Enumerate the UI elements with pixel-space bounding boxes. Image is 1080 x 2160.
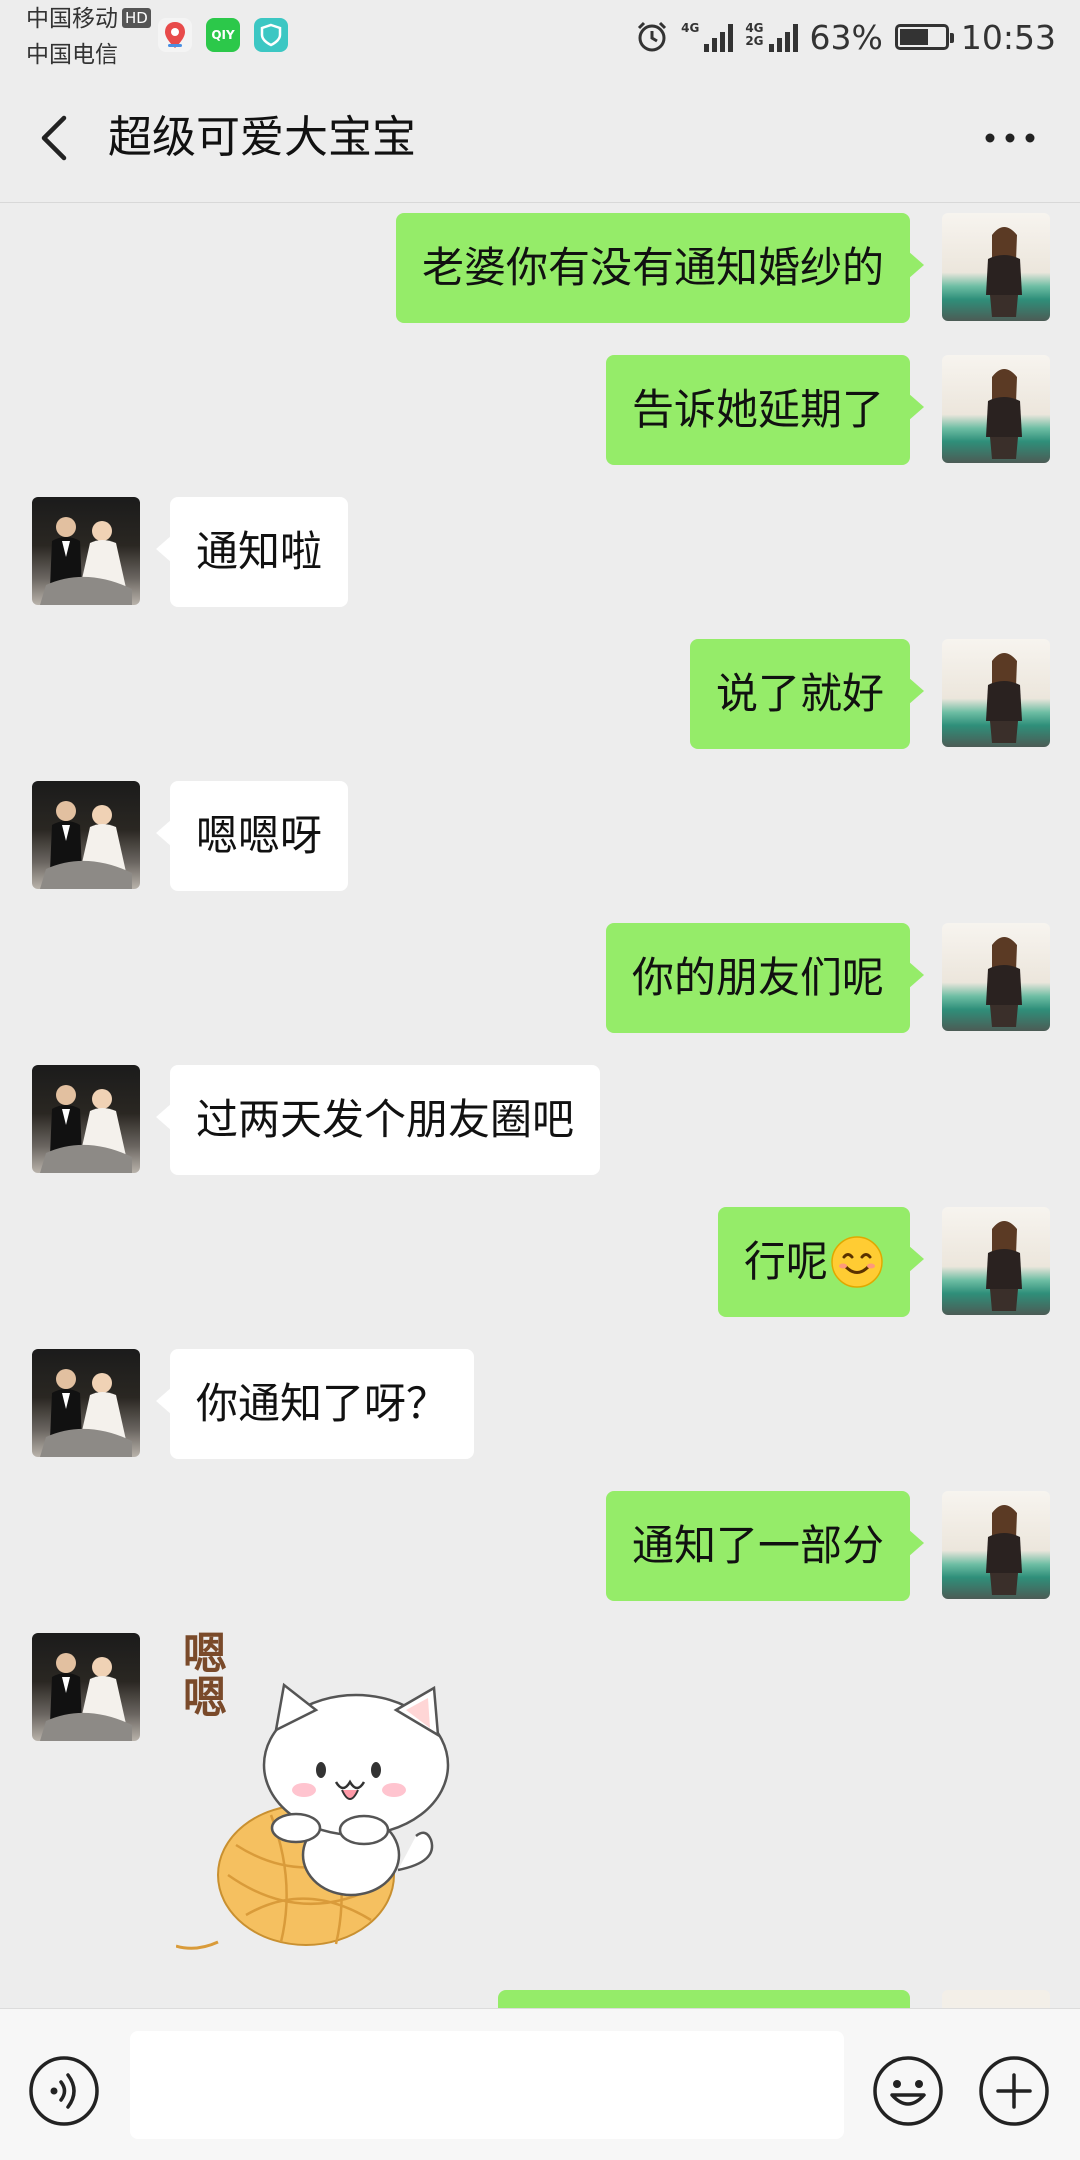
message-bubble-self[interactable]: 告诉她延期了 (605, 355, 925, 465)
back-button[interactable] (30, 110, 80, 166)
sticker-text: 嗯嗯 (175, 1630, 226, 1718)
battery-percent: 63% (809, 17, 883, 57)
shield-icon (254, 18, 288, 52)
clock: 10:53 (960, 17, 1056, 57)
avatar-self[interactable] (942, 639, 1050, 747)
voice-icon (29, 2056, 99, 2126)
chevron-left-icon (41, 115, 67, 161)
network-type-1: 4G (681, 21, 700, 35)
avatar-other[interactable] (32, 1065, 140, 1173)
avatar-self[interactable] (942, 213, 1050, 321)
message-bubble-self[interactable]: 说了就好 (689, 639, 925, 749)
message-bubble-other[interactable]: 通知啦 (155, 497, 349, 607)
message-bubble-self[interactable]: 你的朋友们呢 (605, 923, 925, 1033)
message-bubble-other[interactable]: 过两天发个朋友圈吧 (155, 1065, 601, 1175)
battery-fill (899, 29, 928, 45)
signal-icon-1: 4G (681, 21, 734, 52)
network-type-3: 2G (745, 34, 764, 48)
avatar-self[interactable] (942, 923, 1050, 1031)
more-dots-icon (985, 133, 1035, 143)
avatar-self[interactable] (942, 1207, 1050, 1315)
status-right: 4G 4G 2G 63% 10:53 (635, 14, 1056, 60)
signal-icon-2: 4G 2G (745, 22, 798, 52)
avatar-other[interactable] (32, 1633, 140, 1741)
chat-header: 超级可爱大宝宝 (0, 72, 1080, 203)
carrier-2-name: 中国电信 (26, 42, 118, 68)
status-bar: 中国移动 HD 中国电信 QIY 4G 4G 2G 63% 10:53 (0, 0, 1080, 72)
message-bubble-self[interactable]: 老婆你有没有通知婚纱的 (395, 213, 925, 323)
message-bubble-self[interactable]: 通知了一部分 (605, 1491, 925, 1601)
message-bubble-other[interactable]: 嗯嗯呀 (155, 781, 349, 891)
alarm-icon (638, 21, 667, 52)
emoji-icon (873, 2056, 943, 2126)
plus-icon (979, 2056, 1049, 2126)
message-bubble-self-partial[interactable] (498, 1990, 910, 2010)
hd-badge: HD (122, 8, 151, 28)
message-text: 行呢 (743, 1237, 828, 1286)
battery-icon (894, 24, 954, 50)
map-pin-icon (158, 18, 192, 52)
message-bubble-other[interactable]: 你通知了呀？ (155, 1349, 475, 1459)
emoji-button[interactable] (872, 2055, 944, 2127)
avatar-self-partial[interactable] (942, 1990, 1050, 2010)
cat-on-yarn-ball-sticker[interactable]: 嗯嗯 (175, 1630, 496, 1960)
chat-screen: 中国移动 HD 中国电信 QIY 4G 4G 2G 63% 10:53 超级可爱… (0, 0, 1080, 2160)
avatar-self[interactable] (942, 1491, 1050, 1599)
avatar-self[interactable] (942, 355, 1050, 463)
message-input[interactable] (130, 2031, 844, 2139)
avatar-other[interactable] (32, 781, 140, 889)
voice-button[interactable] (28, 2055, 100, 2127)
chat-title: 超级可爱大宝宝 (108, 112, 416, 163)
more-options-button[interactable] (980, 116, 1040, 160)
carrier-1-name: 中国移动 (26, 6, 118, 32)
smiling-face-emoji (831, 1235, 883, 1288)
avatar-other[interactable] (32, 497, 140, 605)
iqiyi-icon: QIY (206, 18, 240, 52)
input-bar (0, 2008, 1080, 2160)
message-bubble-self[interactable]: 行呢 (717, 1207, 925, 1317)
avatar-other[interactable] (32, 1349, 140, 1457)
more-functions-button[interactable] (978, 2055, 1050, 2127)
carrier-1: 中国移动 HD (26, 6, 151, 32)
notification-icons: QIY (158, 18, 288, 52)
